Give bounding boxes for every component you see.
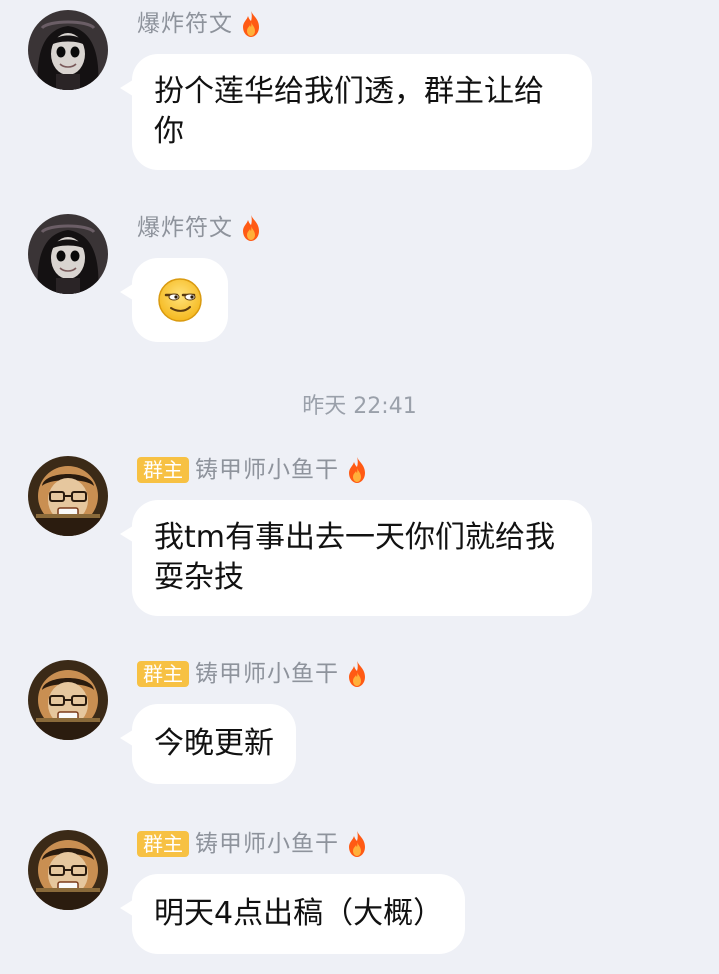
flame-icon: [345, 456, 369, 484]
gothic-girl-icon: [28, 10, 108, 90]
message-item: 爆炸符文: [0, 214, 719, 354]
flame-icon: [345, 830, 369, 858]
avatar[interactable]: [28, 660, 108, 740]
glasses-man-icon: [28, 660, 108, 740]
sender-name[interactable]: 爆炸符文: [137, 10, 233, 38]
owner-badge: 群主: [137, 457, 189, 483]
message-text: 扮个莲华给我们透，群主让给你: [154, 74, 544, 149]
glasses-man-icon: [28, 456, 108, 536]
message-text: 今晚更新: [154, 726, 274, 761]
sender-row: 群主 铸甲师小鱼干: [137, 456, 369, 484]
owner-badge: 群主: [137, 661, 189, 687]
avatar[interactable]: [28, 10, 108, 90]
sender-name[interactable]: 铸甲师小鱼干: [195, 456, 339, 484]
sender-name[interactable]: 铸甲师小鱼干: [195, 830, 339, 858]
smirk-emoji-icon: [158, 278, 202, 322]
avatar[interactable]: [28, 456, 108, 536]
message-text: 明天4点出稿（大概）: [154, 896, 444, 931]
sender-name[interactable]: 铸甲师小鱼干: [195, 660, 339, 688]
flame-icon: [345, 660, 369, 688]
chat-area[interactable]: 爆炸符文 扮个莲华给我们透，群主让给你 爆炸符文 昨天 22:41 群主 铸甲师…: [0, 0, 719, 974]
message-item: 群主 铸甲师小鱼干 我tm有事出去一天你们就给我耍杂技: [0, 456, 719, 626]
sender-name[interactable]: 爆炸符文: [137, 214, 233, 242]
message-bubble[interactable]: 我tm有事出去一天你们就给我耍杂技: [120, 500, 592, 616]
flame-icon: [239, 214, 263, 242]
sender-row: 群主 铸甲师小鱼干: [137, 660, 369, 688]
message-item: 爆炸符文 扮个莲华给我们透，群主让给你: [0, 10, 719, 180]
sender-row: 爆炸符文: [137, 214, 263, 242]
glasses-man-icon: [28, 830, 108, 910]
message-item: 群主 铸甲师小鱼干 今晚更新: [0, 660, 719, 790]
sender-row: 群主 铸甲师小鱼干: [137, 830, 369, 858]
timestamp-divider: 昨天 22:41: [302, 394, 417, 419]
avatar[interactable]: [28, 214, 108, 294]
message-item: 群主 铸甲师小鱼干 明天4点出稿（大概）: [0, 830, 719, 960]
sender-row: 爆炸符文: [137, 10, 263, 38]
gothic-girl-icon: [28, 214, 108, 294]
message-bubble[interactable]: 今晚更新: [120, 704, 296, 784]
message-bubble[interactable]: 明天4点出稿（大概）: [119, 874, 466, 954]
flame-icon: [239, 10, 263, 38]
message-text: 我tm有事出去一天你们就给我耍杂技: [154, 520, 555, 595]
message-bubble[interactable]: [120, 258, 228, 342]
avatar[interactable]: [28, 830, 108, 910]
owner-badge: 群主: [137, 831, 189, 857]
message-bubble[interactable]: 扮个莲华给我们透，群主让给你: [120, 54, 592, 170]
